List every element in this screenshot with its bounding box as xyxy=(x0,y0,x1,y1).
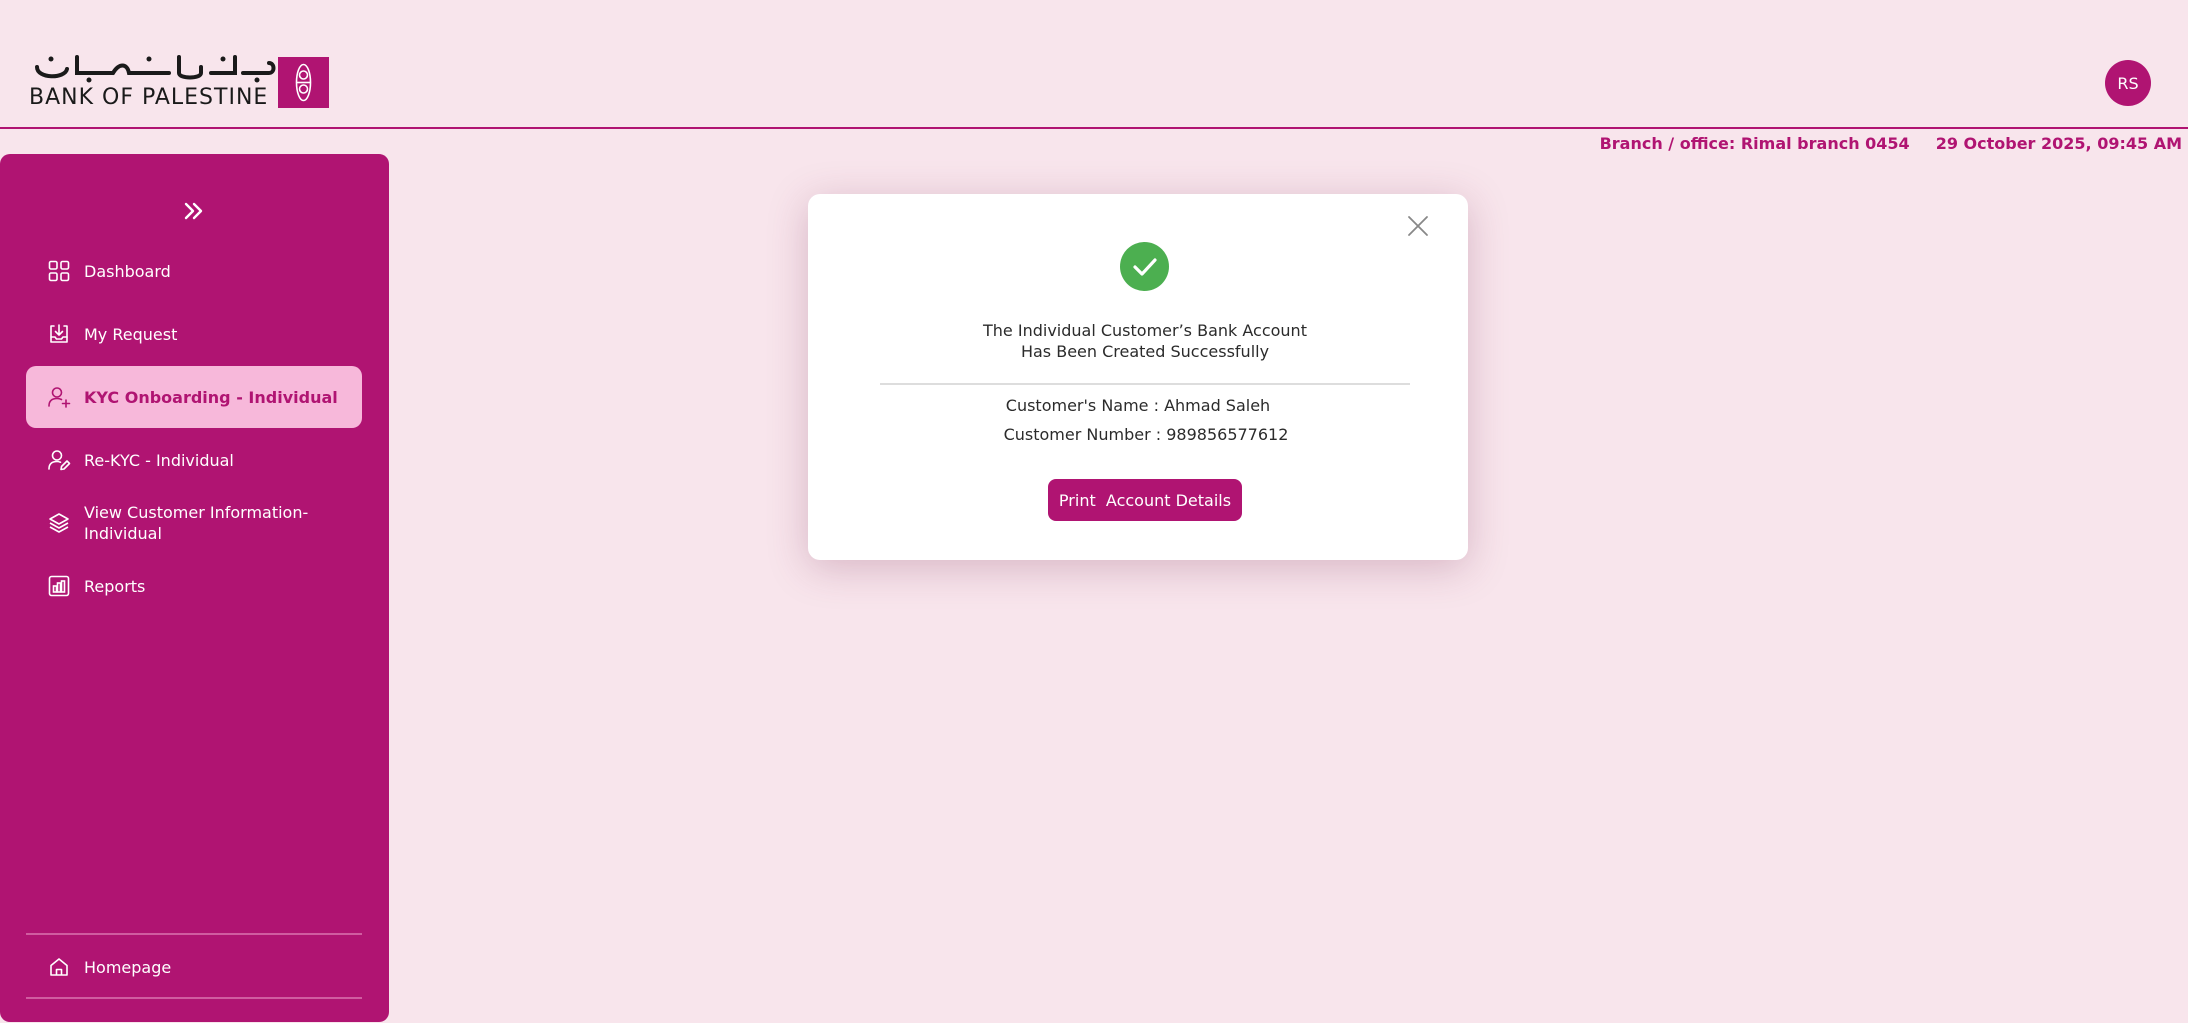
sidebar-item-reports[interactable]: Reports xyxy=(26,555,362,617)
user-avatar[interactable]: RS xyxy=(2105,60,2151,106)
bar-chart-icon xyxy=(46,573,72,599)
layers-icon xyxy=(46,510,72,536)
logo-emblem-icon xyxy=(278,57,329,108)
print-account-details-button[interactable]: Print Account Details xyxy=(1048,479,1242,521)
success-check-icon xyxy=(1120,242,1169,291)
sidebar-item-label: KYC Onboarding - Individual xyxy=(84,387,338,407)
sidebar: Dashboard My Request KYC Onboarding - In… xyxy=(0,154,389,1022)
sidebar-item-label: My Request xyxy=(84,324,178,344)
close-icon xyxy=(1408,216,1428,236)
branch-office-label: Branch / office: Rimal branch 0454 xyxy=(1599,134,1910,153)
sidebar-item-homepage[interactable]: Homepage xyxy=(26,936,362,998)
sidebar-item-label: Dashboard xyxy=(84,261,171,281)
sidebar-item-label: Re-KYC - Individual xyxy=(84,450,234,470)
sidebar-item-kyc-onboarding[interactable]: KYC Onboarding - Individual xyxy=(26,366,362,428)
modal-title-line-1: The Individual Customer’s Bank Account xyxy=(983,321,1307,340)
customer-number: Customer Number : 989856577612 xyxy=(1003,425,1289,444)
sidebar-item-dashboard[interactable]: Dashboard xyxy=(26,240,362,302)
double-chevron-right-icon xyxy=(184,202,203,220)
customer-name: Customer's Name : Ahmad Saleh xyxy=(1005,396,1271,415)
user-edit-icon xyxy=(46,447,72,473)
grid-icon xyxy=(46,258,72,284)
sidebar-item-view-customer-info[interactable]: View Customer Information- Individual xyxy=(26,492,362,554)
logo-latin-wordmark: BANK OF PALESTINE xyxy=(29,85,269,110)
modal-title-line-2: Has Been Created Successfully xyxy=(1020,342,1270,361)
success-modal: The Individual Customer’s Bank Account H… xyxy=(808,194,1468,560)
current-datetime: 29 October 2025, 09:45 AM xyxy=(1935,134,2182,153)
sidebar-item-label: Homepage xyxy=(84,957,172,977)
download-tray-icon xyxy=(46,321,72,347)
sidebar-divider-bottom xyxy=(26,997,362,999)
logo-arabic-wordmark xyxy=(35,55,276,83)
expand-sidebar-button[interactable] xyxy=(176,196,212,226)
modal-divider xyxy=(880,383,1410,385)
sidebar-divider-top xyxy=(26,933,362,935)
sidebar-item-my-request[interactable]: My Request xyxy=(26,303,362,365)
modal-title: The Individual Customer’s Bank Account H… xyxy=(808,320,1482,362)
header: BANK OF PALESTINE RS xyxy=(0,0,2188,129)
user-plus-icon xyxy=(46,384,72,410)
sidebar-item-label: Reports xyxy=(84,576,146,596)
sidebar-item-label: View Customer Information- Individual xyxy=(84,503,309,543)
home-icon xyxy=(46,954,72,980)
close-modal-button[interactable] xyxy=(1406,214,1430,238)
branch-datetime-info: Branch / office: Rimal branch 0454 29 Oct… xyxy=(1600,134,2182,153)
sidebar-item-re-kyc[interactable]: Re-KYC - Individual xyxy=(26,429,362,491)
